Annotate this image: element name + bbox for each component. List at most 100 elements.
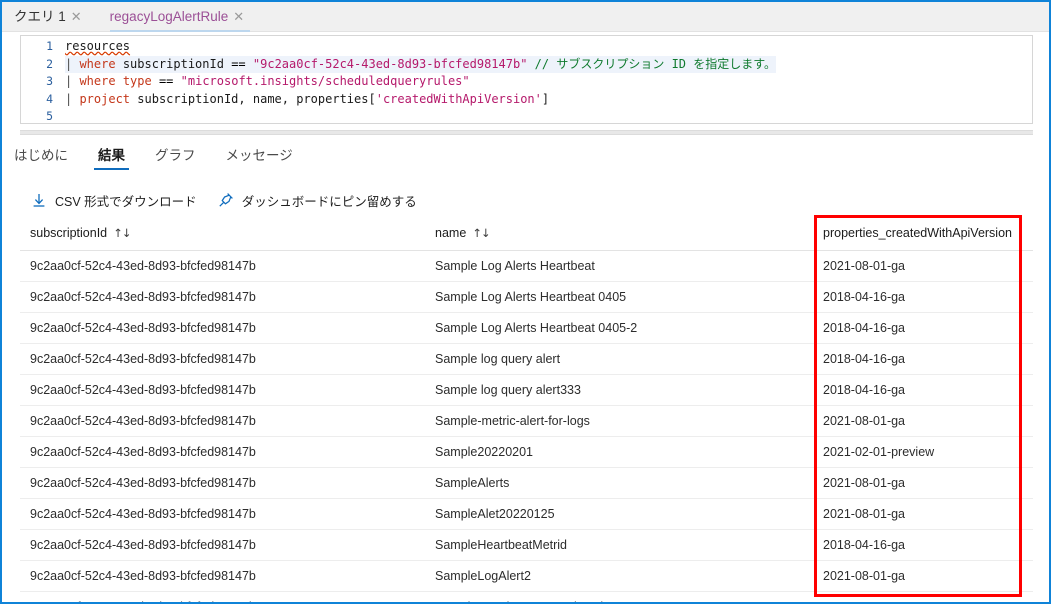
code-token: 'createdWithApiVersion' xyxy=(375,91,542,106)
editor-line[interactable]: 4 | project subscriptionId, name, propert… xyxy=(21,91,1032,109)
pin-to-dashboard-label: ダッシュボードにピン留めする xyxy=(241,194,417,209)
code-token: | xyxy=(65,91,80,106)
table-cell: 2018-04-16-ga xyxy=(813,312,1033,344)
table-header-row: subscriptionId ↑↓ name ↑↓ properties_created… xyxy=(20,218,1033,251)
table-cell: 2018-04-16-ga xyxy=(813,281,1033,313)
column-header-properties_createdWithApiVersion[interactable]: properties_createdWithApiVersion xyxy=(813,218,1033,251)
pin-to-dashboard-button[interactable]: ダッシュボードにピン留めする xyxy=(217,191,417,210)
code-token: "9c2aa0cf-52c4-43ed-8d93-bfcfed98147b" xyxy=(252,56,528,71)
code-token: == xyxy=(231,56,246,71)
editor-line[interactable]: 5 xyxy=(21,108,1032,123)
column-header-label: name xyxy=(435,226,467,240)
download-csv-button[interactable]: CSV 形式でダウンロード xyxy=(30,191,197,210)
code-token: subscriptionId xyxy=(122,56,224,71)
code-token: project xyxy=(79,91,131,106)
code-token: resources xyxy=(65,39,131,53)
results-tab-bar: はじめに 結果 グラフ メッセージ xyxy=(10,142,1040,172)
table-cell: 9c2aa0cf-52c4-43ed-8d93-bfcfed98147b xyxy=(20,591,425,602)
results-command-bar: CSV 形式でダウンロード ダッシュボードにピン留めする xyxy=(30,187,437,213)
query-tab-regacylogalertrule[interactable]: regacyLogAlertRule ✕ xyxy=(109,2,251,33)
table-cell: 9c2aa0cf-52c4-43ed-8d93-bfcfed98147b xyxy=(20,436,425,468)
results-tab-label: メッセージ xyxy=(225,148,293,163)
table-cell: 9c2aa0cf-52c4-43ed-8d93-bfcfed98147b xyxy=(20,343,425,375)
table-row[interactable]: 9c2aa0cf-52c4-43ed-8d93-bfcfed98147bSamp… xyxy=(20,591,1033,602)
table-row[interactable]: 9c2aa0cf-52c4-43ed-8d93-bfcfed98147bSamp… xyxy=(20,467,1033,499)
editor-line[interactable]: 1 resources xyxy=(21,38,1032,56)
table-cell: 2021-08-01-ga xyxy=(813,250,1033,282)
table-cell: SampleLogAlertFrequently1min xyxy=(425,591,813,602)
results-table-head: subscriptionId ↑↓ name ↑↓ properties_created… xyxy=(20,218,1033,251)
table-cell: 2021-02-01-preview xyxy=(813,436,1033,468)
results-tab-0[interactable]: はじめに xyxy=(10,144,72,170)
pane-splitter[interactable] xyxy=(20,130,1033,135)
table-cell: 9c2aa0cf-52c4-43ed-8d93-bfcfed98147b xyxy=(20,312,425,344)
results-tab-label: はじめに xyxy=(14,148,68,163)
table-cell: SampleAlet20220125 xyxy=(425,498,813,530)
table-row[interactable]: 9c2aa0cf-52c4-43ed-8d93-bfcfed98147bSamp… xyxy=(20,405,1033,437)
table-row[interactable]: 9c2aa0cf-52c4-43ed-8d93-bfcfed98147bSamp… xyxy=(20,312,1033,344)
results-table: subscriptionId ↑↓ name ↑↓ properties_created… xyxy=(20,218,1033,602)
close-icon[interactable]: ✕ xyxy=(233,3,244,33)
code-token: ] xyxy=(541,91,550,106)
editor-line-code[interactable]: | where subscriptionId == "9c2aa0cf-52c4… xyxy=(65,55,777,73)
table-row[interactable]: 9c2aa0cf-52c4-43ed-8d93-bfcfed98147bSamp… xyxy=(20,374,1033,406)
kql-query-editor[interactable]: 1 resources 2 | where subscriptionId == "9c… xyxy=(20,35,1033,124)
table-row[interactable]: 9c2aa0cf-52c4-43ed-8d93-bfcfed98147bSamp… xyxy=(20,560,1033,592)
table-cell: 2021-08-01-ga xyxy=(813,560,1033,592)
editor-line-code[interactable]: | where type == "microsoft.insights/sche… xyxy=(65,73,470,91)
table-cell: 2018-04-16-ga xyxy=(813,343,1033,375)
sort-arrows-icon[interactable]: ↑↓ xyxy=(472,226,490,240)
code-token: properties xyxy=(296,91,369,106)
table-row[interactable]: 9c2aa0cf-52c4-43ed-8d93-bfcfed98147bSamp… xyxy=(20,281,1033,313)
column-header-subscriptionId[interactable]: subscriptionId ↑↓ xyxy=(20,218,425,251)
sort-arrows-icon[interactable]: ↑↓ xyxy=(113,226,131,240)
line-number: 3 xyxy=(46,74,53,88)
column-header-label: properties_createdWithApiVersion xyxy=(823,226,1012,240)
editor-line-code[interactable]: | project subscriptionId, name, properti… xyxy=(65,91,549,109)
table-row[interactable]: 9c2aa0cf-52c4-43ed-8d93-bfcfed98147bSamp… xyxy=(20,529,1033,561)
results-tab-2[interactable]: グラフ xyxy=(151,144,200,170)
download-icon xyxy=(30,191,48,209)
code-token: , xyxy=(238,91,253,106)
code-token: name xyxy=(252,91,282,106)
query-tab-1-label: クエリ 1 xyxy=(14,8,66,24)
column-header-label: subscriptionId xyxy=(30,226,108,240)
code-token: "microsoft.insights/scheduledqueryrules" xyxy=(180,74,470,88)
table-row[interactable]: 9c2aa0cf-52c4-43ed-8d93-bfcfed98147bSamp… xyxy=(20,343,1033,375)
code-token: where xyxy=(79,74,116,88)
query-tab-1[interactable]: クエリ 1 ✕ xyxy=(14,2,88,32)
table-cell: 9c2aa0cf-52c4-43ed-8d93-bfcfed98147b xyxy=(20,281,425,313)
code-token: | xyxy=(65,74,80,88)
table-cell: 2021-08-01-ga xyxy=(813,498,1033,530)
table-cell: Sample-metric-alert-for-logs xyxy=(425,405,813,437)
results-tab-1[interactable]: 結果 xyxy=(94,144,129,170)
pin-icon xyxy=(217,191,235,209)
table-row[interactable]: 9c2aa0cf-52c4-43ed-8d93-bfcfed98147bSamp… xyxy=(20,250,1033,282)
table-cell: SampleLogAlert2 xyxy=(425,560,813,592)
azure-resource-graph-explorer-window: クエリ 1 ✕ regacyLogAlertRule ✕ 1 resources 2… xyxy=(0,0,1051,604)
column-header-name[interactable]: name ↑↓ xyxy=(425,218,813,251)
editor-line-code[interactable]: resources xyxy=(65,38,130,56)
table-row[interactable]: 9c2aa0cf-52c4-43ed-8d93-bfcfed98147bSamp… xyxy=(20,436,1033,468)
table-cell: 2021-08-01-ga xyxy=(813,591,1033,602)
line-number: 4 xyxy=(46,91,53,106)
query-tab-2-label: regacyLogAlertRule xyxy=(109,8,229,24)
editor-lines[interactable]: 1 resources 2 | where subscriptionId == "9c… xyxy=(21,36,1032,123)
table-cell: SampleHeartbeatMetrid xyxy=(425,529,813,561)
close-icon[interactable]: ✕ xyxy=(71,3,82,33)
results-tab-3[interactable]: メッセージ xyxy=(222,144,297,170)
editor-line[interactable]: 3 | where type == "microsoft.insights/sch… xyxy=(21,73,1032,91)
code-token: | xyxy=(65,56,80,71)
results-tab-label: 結果 xyxy=(98,148,125,163)
results-table-body: 9c2aa0cf-52c4-43ed-8d93-bfcfed98147b Samp… xyxy=(20,250,1033,602)
code-token: type xyxy=(122,74,152,88)
table-row[interactable]: 9c2aa0cf-52c4-43ed-8d93-bfcfed98147bSamp… xyxy=(20,498,1033,530)
table-cell: 9c2aa0cf-52c4-43ed-8d93-bfcfed98147b xyxy=(20,405,425,437)
editor-line[interactable]: 2 | where subscriptionId == "9c2aa0cf-52c… xyxy=(21,55,1032,73)
table-cell: 2018-04-16-ga xyxy=(813,529,1033,561)
table-cell: 9c2aa0cf-52c4-43ed-8d93-bfcfed98147b xyxy=(20,374,425,406)
